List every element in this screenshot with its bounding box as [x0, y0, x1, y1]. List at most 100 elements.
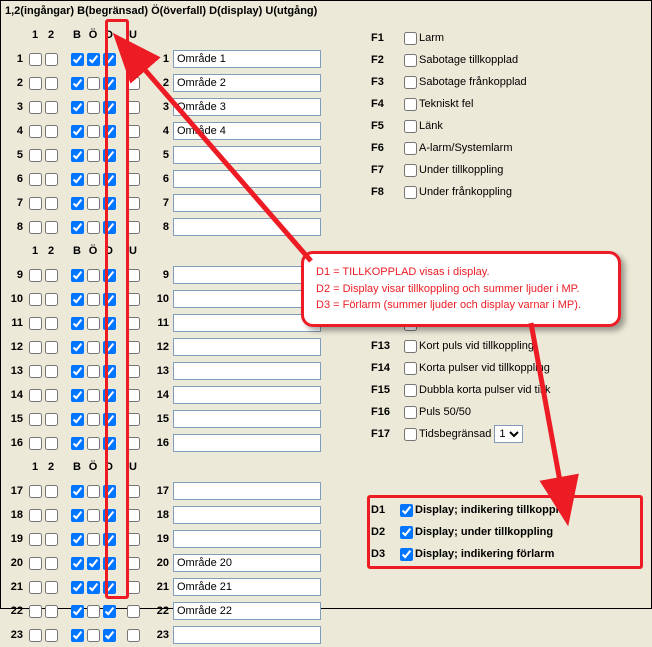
chk-d-row17[interactable]	[103, 485, 116, 498]
chk-o-row4[interactable]	[87, 125, 100, 138]
chk-2-row7[interactable]	[45, 197, 58, 210]
area-name-input-row22[interactable]	[173, 602, 321, 620]
chk-b-row9[interactable]	[71, 269, 84, 282]
f-checkbox-F12[interactable]	[404, 318, 417, 331]
area-name-input-row2[interactable]	[173, 74, 321, 92]
chk-u-row3[interactable]	[127, 101, 140, 114]
chk-1-row21[interactable]	[29, 581, 42, 594]
chk-b-row8[interactable]	[71, 221, 84, 234]
area-name-input-row8[interactable]	[173, 218, 321, 236]
chk-d-row8[interactable]	[103, 221, 116, 234]
chk-2-row11[interactable]	[45, 317, 58, 330]
d-checkbox-D1[interactable]	[400, 504, 413, 517]
chk-u-row20[interactable]	[127, 557, 140, 570]
chk-2-row5[interactable]	[45, 149, 58, 162]
chk-1-row14[interactable]	[29, 389, 42, 402]
chk-b-row12[interactable]	[71, 341, 84, 354]
chk-u-row5[interactable]	[127, 149, 140, 162]
chk-d-row14[interactable]	[103, 389, 116, 402]
chk-d-row19[interactable]	[103, 533, 116, 546]
chk-o-row2[interactable]	[87, 77, 100, 90]
chk-u-row8[interactable]	[127, 221, 140, 234]
chk-o-row9[interactable]	[87, 269, 100, 282]
chk-b-row3[interactable]	[71, 101, 84, 114]
f-checkbox-F13[interactable]	[404, 340, 417, 353]
chk-d-row5[interactable]	[103, 149, 116, 162]
chk-u-row1[interactable]	[127, 53, 140, 66]
chk-u-row7[interactable]	[127, 197, 140, 210]
chk-b-row6[interactable]	[71, 173, 84, 186]
area-name-input-row4[interactable]	[173, 122, 321, 140]
chk-2-row17[interactable]	[45, 485, 58, 498]
chk-1-row4[interactable]	[29, 125, 42, 138]
chk-o-row17[interactable]	[87, 485, 100, 498]
chk-o-row14[interactable]	[87, 389, 100, 402]
chk-d-row13[interactable]	[103, 365, 116, 378]
chk-o-row22[interactable]	[87, 605, 100, 618]
chk-u-row18[interactable]	[127, 509, 140, 522]
chk-2-row10[interactable]	[45, 293, 58, 306]
chk-b-row13[interactable]	[71, 365, 84, 378]
chk-1-row7[interactable]	[29, 197, 42, 210]
chk-d-row9[interactable]	[103, 269, 116, 282]
f-checkbox-F8[interactable]	[404, 186, 417, 199]
area-name-input-row16[interactable]	[173, 434, 321, 452]
chk-2-row21[interactable]	[45, 581, 58, 594]
chk-o-row1[interactable]	[87, 53, 100, 66]
area-name-input-row20[interactable]	[173, 554, 321, 572]
chk-d-row11[interactable]	[103, 317, 116, 330]
chk-2-row16[interactable]	[45, 437, 58, 450]
chk-u-row16[interactable]	[127, 437, 140, 450]
chk-2-row20[interactable]	[45, 557, 58, 570]
area-name-input-row11[interactable]	[173, 314, 321, 332]
chk-u-row13[interactable]	[127, 365, 140, 378]
chk-1-row20[interactable]	[29, 557, 42, 570]
area-name-input-row14[interactable]	[173, 386, 321, 404]
chk-1-row1[interactable]	[29, 53, 42, 66]
f-checkbox-F4[interactable]	[404, 98, 417, 111]
chk-1-row16[interactable]	[29, 437, 42, 450]
chk-1-row12[interactable]	[29, 341, 42, 354]
chk-d-row15[interactable]	[103, 413, 116, 426]
chk-u-row10[interactable]	[127, 293, 140, 306]
chk-o-row10[interactable]	[87, 293, 100, 306]
area-name-input-row21[interactable]	[173, 578, 321, 596]
chk-o-row11[interactable]	[87, 317, 100, 330]
chk-d-row3[interactable]	[103, 101, 116, 114]
chk-d-row2[interactable]	[103, 77, 116, 90]
chk-1-row17[interactable]	[29, 485, 42, 498]
chk-b-row2[interactable]	[71, 77, 84, 90]
chk-1-row15[interactable]	[29, 413, 42, 426]
chk-b-row11[interactable]	[71, 317, 84, 330]
chk-1-row22[interactable]	[29, 605, 42, 618]
area-name-input-row13[interactable]	[173, 362, 321, 380]
chk-o-row23[interactable]	[87, 629, 100, 642]
chk-u-row17[interactable]	[127, 485, 140, 498]
chk-d-row1[interactable]	[103, 53, 116, 66]
chk-2-row1[interactable]	[45, 53, 58, 66]
area-name-input-row23[interactable]	[173, 626, 321, 644]
chk-1-row19[interactable]	[29, 533, 42, 546]
chk-b-row21[interactable]	[71, 581, 84, 594]
chk-2-row19[interactable]	[45, 533, 58, 546]
chk-b-row4[interactable]	[71, 125, 84, 138]
chk-2-row8[interactable]	[45, 221, 58, 234]
chk-1-row6[interactable]	[29, 173, 42, 186]
chk-d-row4[interactable]	[103, 125, 116, 138]
chk-b-row10[interactable]	[71, 293, 84, 306]
chk-b-row5[interactable]	[71, 149, 84, 162]
area-name-input-row7[interactable]	[173, 194, 321, 212]
chk-1-row9[interactable]	[29, 269, 42, 282]
chk-d-row10[interactable]	[103, 293, 116, 306]
chk-u-row12[interactable]	[127, 341, 140, 354]
chk-d-row22[interactable]	[103, 605, 116, 618]
chk-o-row6[interactable]	[87, 173, 100, 186]
chk-1-row11[interactable]	[29, 317, 42, 330]
d-checkbox-D2[interactable]	[400, 526, 413, 539]
chk-2-row13[interactable]	[45, 365, 58, 378]
area-name-input-row1[interactable]	[173, 50, 321, 68]
chk-u-row22[interactable]	[127, 605, 140, 618]
chk-o-row18[interactable]	[87, 509, 100, 522]
chk-b-row7[interactable]	[71, 197, 84, 210]
chk-1-row5[interactable]	[29, 149, 42, 162]
